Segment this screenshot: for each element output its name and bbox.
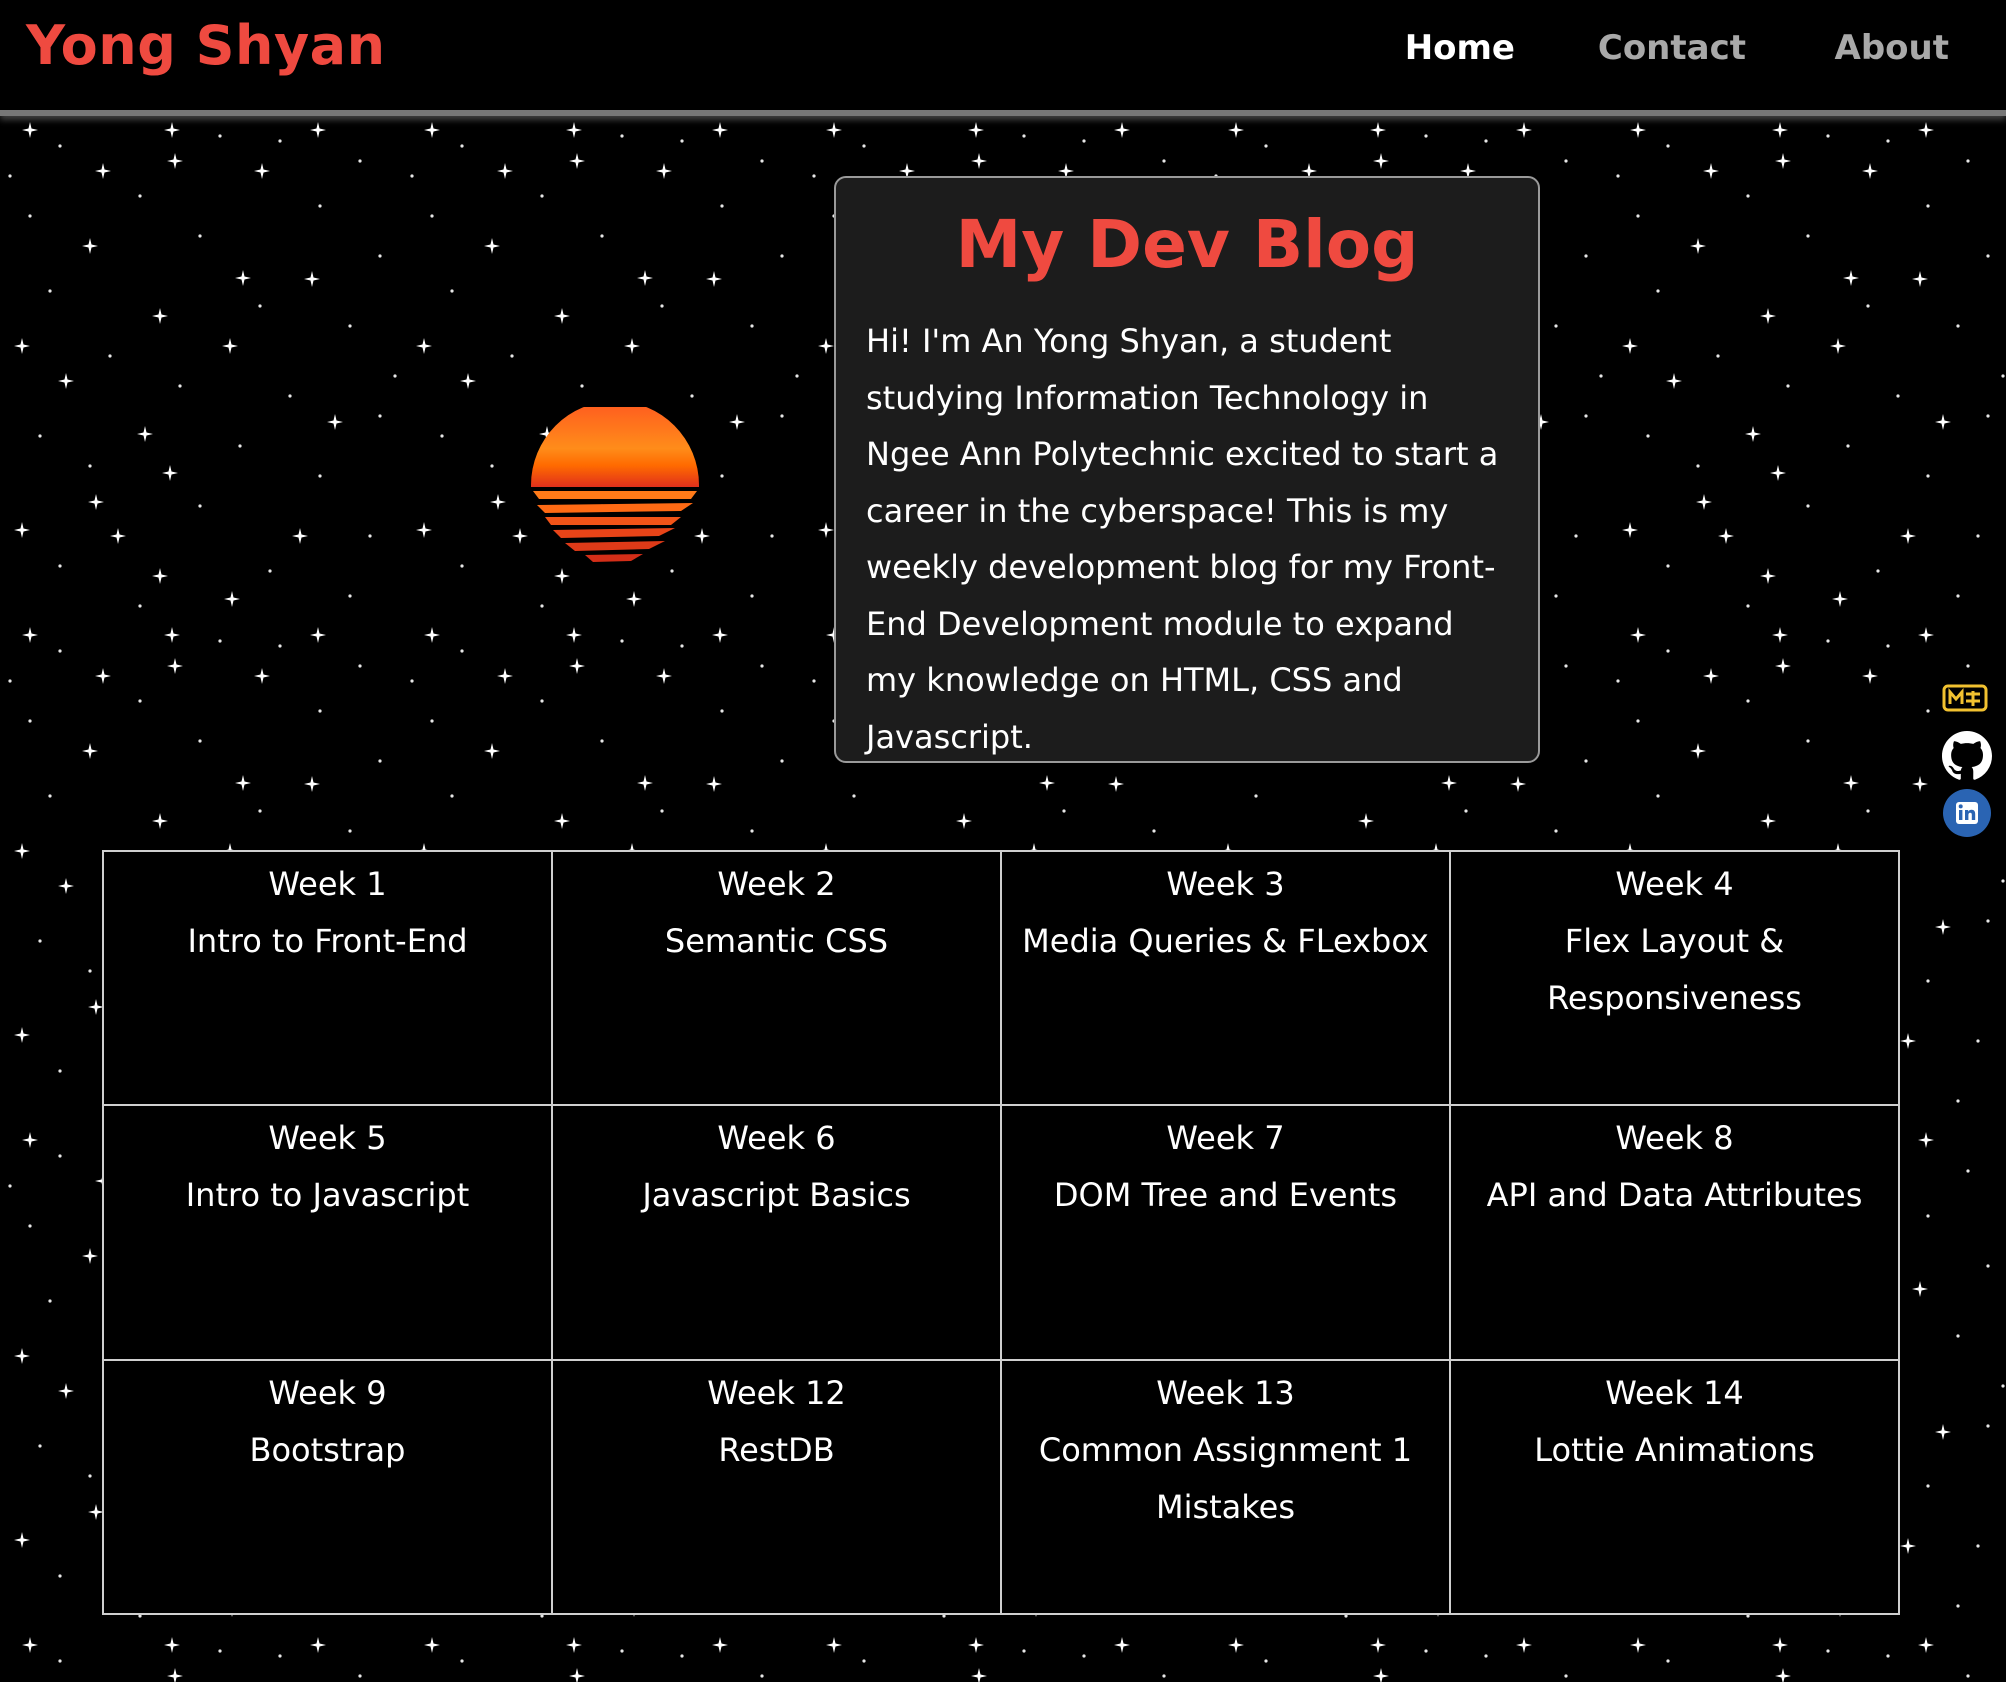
week-card[interactable]: Week 4 Flex Layout & Responsiveness: [1450, 851, 1899, 1106]
week-card[interactable]: Week 5 Intro to Javascript: [103, 1105, 552, 1360]
week-topic: Semantic CSS: [664, 922, 889, 960]
linkedin-icon[interactable]: [1942, 788, 1992, 842]
github-icon[interactable]: [1942, 731, 1992, 785]
week-card[interactable]: Week 8 API and Data Attributes: [1450, 1105, 1899, 1360]
week-number: Week 9: [268, 1373, 387, 1412]
week-topic: API and Data Attributes: [1486, 1176, 1863, 1215]
week-number: Week 8: [1615, 1119, 1734, 1158]
week-number: Week 7: [1166, 1119, 1285, 1158]
blog-title: My Dev Blog: [955, 206, 1419, 283]
week-number: Week 1: [268, 865, 387, 903]
week-topic: Flex Layout & Responsiveness: [1547, 922, 1802, 1017]
week-number: Week 14: [1605, 1373, 1744, 1412]
week-topic: Intro to Front-End: [187, 922, 468, 960]
week-number: Week 12: [707, 1373, 846, 1412]
week-topic: Media Queries & FLexbox: [1022, 922, 1429, 960]
nav-contact-link[interactable]: Contact: [1598, 28, 1746, 68]
week-number: Week 4: [1615, 865, 1734, 903]
intro-card: My Dev Blog Hi! I'm An Yong Shyan, a stu…: [834, 176, 1540, 763]
week-number: Week 13: [1156, 1373, 1295, 1412]
week-number: Week 5: [268, 1119, 387, 1158]
week-topic: RestDB: [718, 1430, 835, 1469]
week-card[interactable]: Week 14 Lottie Animations: [1450, 1359, 1899, 1614]
week-topic: Intro to Javascript: [185, 1176, 470, 1215]
week-card[interactable]: Week 3 Media Queries & FLexbox: [1001, 851, 1450, 1106]
site-header: Yong Shyan Home Contact About: [0, 0, 2006, 116]
week-card[interactable]: Week 9 Bootstrap: [103, 1359, 552, 1614]
sunset-animation: [531, 407, 699, 562]
week-number: Week 2: [717, 865, 836, 903]
week-topic: Common Assignment 1 Mistakes: [1038, 1430, 1413, 1526]
week-topic: DOM Tree and Events: [1053, 1176, 1398, 1215]
nav-home-link[interactable]: Home: [1405, 28, 1515, 68]
week-card[interactable]: Week 7 DOM Tree and Events: [1001, 1105, 1450, 1360]
week-topic: Lottie Animations: [1534, 1430, 1815, 1469]
week-number: Week 3: [1166, 865, 1285, 903]
main-nav: Home Contact About: [1306, 28, 2006, 78]
week-card[interactable]: Week 1 Intro to Front-End: [103, 851, 552, 1106]
week-topic: Javascript Basics: [642, 1176, 911, 1215]
intro-paragraph: Hi! I'm An Yong Shyan, a student studyin…: [866, 322, 1499, 756]
week-topic: Bootstrap: [249, 1430, 406, 1469]
markdown-icon[interactable]: [1942, 684, 1988, 716]
week-card[interactable]: Week 6 Javascript Basics: [552, 1105, 1001, 1360]
week-number: Week 6: [717, 1119, 836, 1158]
week-card[interactable]: Week 2 Semantic CSS: [552, 851, 1001, 1106]
weeks-grid: Week 1 Intro to Front-End Week 2 Semantic C…: [102, 850, 1900, 1615]
week-card[interactable]: Week 13 Common Assignment 1 Mistakes: [1001, 1359, 1450, 1614]
week-card[interactable]: Week 12 RestDB: [552, 1359, 1001, 1614]
nav-about-link[interactable]: About: [1835, 28, 1949, 68]
site-brand[interactable]: Yong Shyan: [26, 14, 386, 77]
